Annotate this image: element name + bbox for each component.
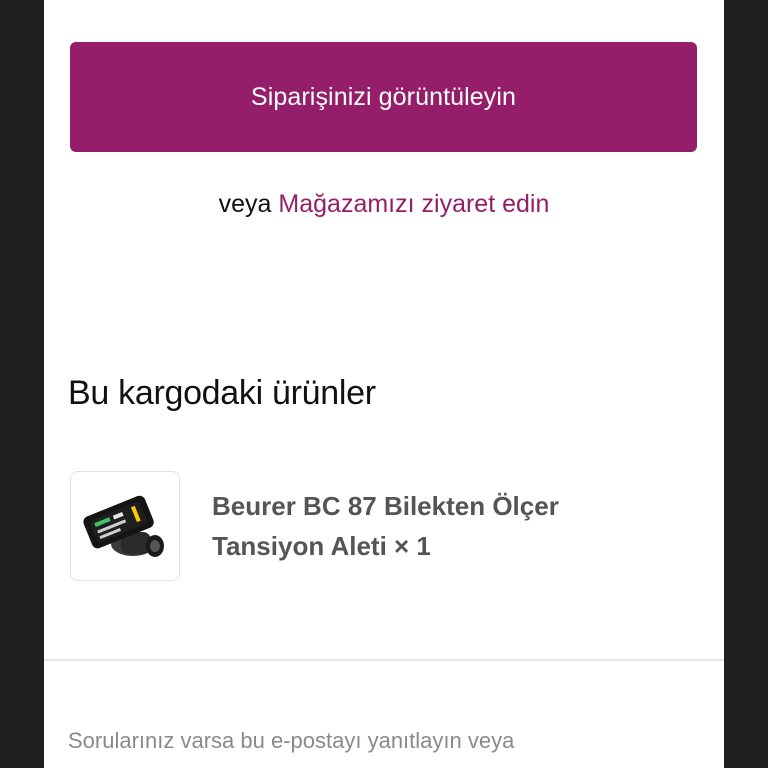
divider (44, 659, 724, 661)
alternative-action-line: veya Mağazamızı ziyaret edin (44, 190, 724, 219)
section-title: Bu kargodaki ürünler (68, 374, 376, 412)
product-name: Beurer BC 87 Bilekten Ölçer Tansiyon Ale… (212, 486, 662, 566)
or-text: veya (218, 190, 272, 218)
email-body: Siparişinizi görüntüleyin veya Mağazamız… (44, 0, 724, 768)
product-image (70, 471, 180, 581)
visit-store-link[interactable]: Mağazamızı ziyaret edin (278, 190, 549, 218)
footer-help-text: Sorularınız varsa bu e-postayı yanıtlayı… (68, 728, 515, 753)
product-name-line2: Tansiyon Aleti × 1 (212, 531, 431, 561)
product-name-line1: Beurer BC 87 Bilekten Ölçer (212, 491, 559, 521)
view-order-button[interactable]: Siparişinizi görüntüleyin (70, 42, 697, 152)
